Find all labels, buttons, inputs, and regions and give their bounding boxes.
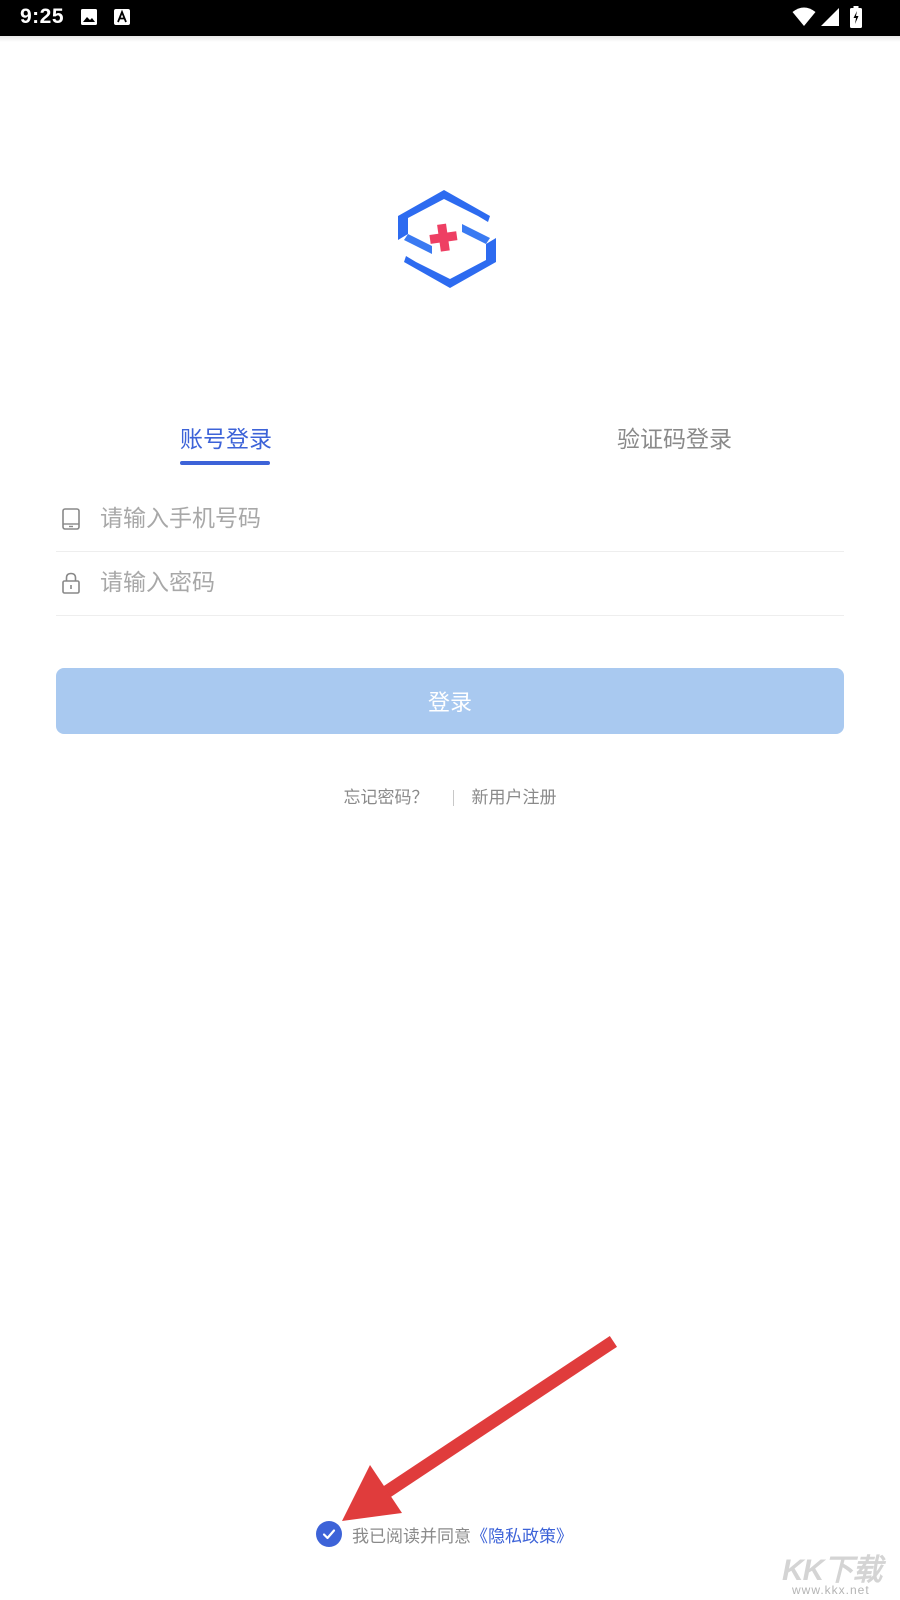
tab-account-login[interactable]: 账号登录: [180, 420, 272, 454]
tab-sms-code-login[interactable]: 验证码登录: [617, 420, 732, 454]
login-button[interactable]: 登录: [56, 668, 844, 734]
status-bar: 9:25: [0, 0, 900, 36]
password-input[interactable]: [100, 562, 820, 604]
agreement-checkbox[interactable]: [316, 1521, 342, 1547]
battery-icon: [850, 6, 862, 28]
password-field: [56, 552, 844, 616]
image-icon: [81, 9, 97, 25]
check-icon: [322, 1529, 336, 1540]
text-notification-icon: [114, 9, 130, 25]
wifi-icon: [792, 7, 816, 26]
privacy-policy-link[interactable]: 《隐私政策》: [471, 1522, 573, 1547]
lock-icon: [62, 572, 80, 594]
register-link[interactable]: 新用户注册: [472, 788, 557, 808]
agreement-text: 我已阅读并同意: [352, 1526, 471, 1547]
account-links: 忘记密码？ 新用户注册: [0, 783, 900, 808]
watermark: KK下载 www.kkx.net: [782, 1545, 894, 1600]
signal-icon: [821, 8, 839, 26]
annotation-arrow-icon: [342, 1335, 618, 1521]
active-tab-indicator: [180, 461, 270, 465]
phone-icon: [62, 508, 80, 530]
phone-input[interactable]: [100, 498, 820, 540]
app-logo: [398, 190, 496, 288]
status-bar-shadow: [0, 36, 900, 42]
status-time: 9:25: [20, 5, 65, 28]
phone-field: [56, 488, 844, 552]
links-divider: [452, 790, 454, 806]
watermark-url: www.kkx.net: [792, 1583, 870, 1597]
forgot-password-link[interactable]: 忘记密码？: [344, 788, 429, 808]
